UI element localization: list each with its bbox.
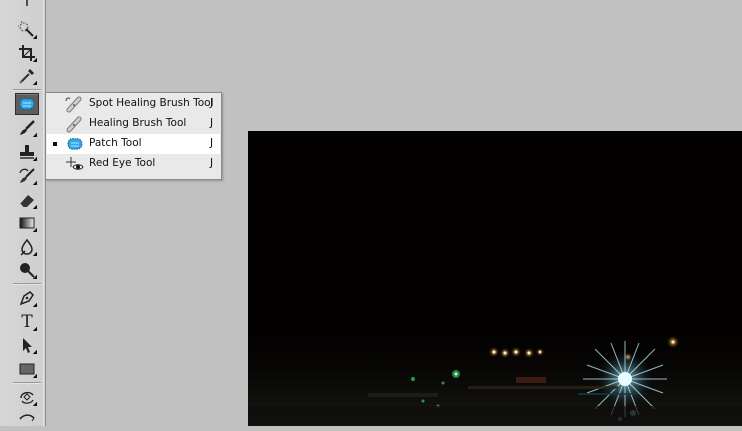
- gradient-tool[interactable]: [15, 212, 39, 234]
- patch-icon: [65, 135, 85, 153]
- eraser-tool[interactable]: [15, 189, 39, 211]
- patch-icon: [18, 96, 36, 112]
- menu-item-shortcut: J: [210, 137, 214, 149]
- pen-tool[interactable]: [15, 287, 39, 309]
- dodge-tool[interactable]: [15, 259, 39, 281]
- menu-item-label: Patch Tool: [89, 137, 142, 149]
- menu-item-shortcut: J: [210, 157, 214, 169]
- night-photo: [248, 131, 742, 426]
- move-tool[interactable]: [15, 0, 39, 10]
- menu-item-healing-brush[interactable]: Healing Brush Tool J: [47, 114, 220, 134]
- spot-healing-brush-icon: [65, 95, 85, 113]
- photoshop-workspace: T Spot Healing Brush Tool J Healing Brus…: [0, 0, 742, 426]
- menu-item-spot-healing-brush[interactable]: Spot Healing Brush Tool J: [47, 94, 220, 114]
- healing-tools-flyout: Spot Healing Brush Tool J Healing Brush …: [45, 92, 222, 180]
- document-canvas[interactable]: [248, 131, 742, 426]
- move-icon: [18, 0, 36, 8]
- menu-item-label: Spot Healing Brush Tool: [89, 97, 214, 109]
- healing-brush-icon: [65, 115, 85, 133]
- clone-stamp-tool[interactable]: [15, 141, 39, 163]
- type-tool[interactable]: T: [15, 311, 39, 333]
- menu-item-shortcut: J: [210, 117, 214, 129]
- path-selection-tool[interactable]: [15, 334, 39, 356]
- patch-tool[interactable]: [15, 93, 39, 115]
- 3d-orbit-icon: [18, 411, 36, 429]
- toolbar-separator: [13, 382, 41, 383]
- toolbar-separator: [13, 89, 41, 90]
- crop-tool[interactable]: [15, 42, 39, 64]
- selected-bullet-icon: [53, 142, 57, 146]
- menu-item-shortcut: J: [210, 97, 214, 109]
- 3d-rotate-tool[interactable]: [15, 386, 39, 408]
- tools-panel: T: [0, 0, 46, 426]
- eyedropper-tool[interactable]: [15, 65, 39, 87]
- brush-tool[interactable]: [15, 117, 39, 139]
- menu-item-label: Red Eye Tool: [89, 157, 156, 169]
- quick-selection-tool[interactable]: [15, 19, 39, 41]
- menu-item-patch-tool[interactable]: Patch Tool J: [47, 134, 220, 154]
- menu-item-red-eye[interactable]: Red Eye Tool J: [47, 154, 220, 174]
- toolbar-separator: [13, 283, 41, 284]
- blur-tool[interactable]: [15, 236, 39, 258]
- rectangle-tool[interactable]: [15, 358, 39, 380]
- toolbar-edge: [43, 0, 44, 426]
- menu-item-label: Healing Brush Tool: [89, 117, 187, 129]
- 3d-orbit-tool[interactable]: [15, 409, 39, 431]
- red-eye-icon: [65, 155, 85, 173]
- type-icon: T: [21, 311, 33, 332]
- history-brush-tool[interactable]: [15, 165, 39, 187]
